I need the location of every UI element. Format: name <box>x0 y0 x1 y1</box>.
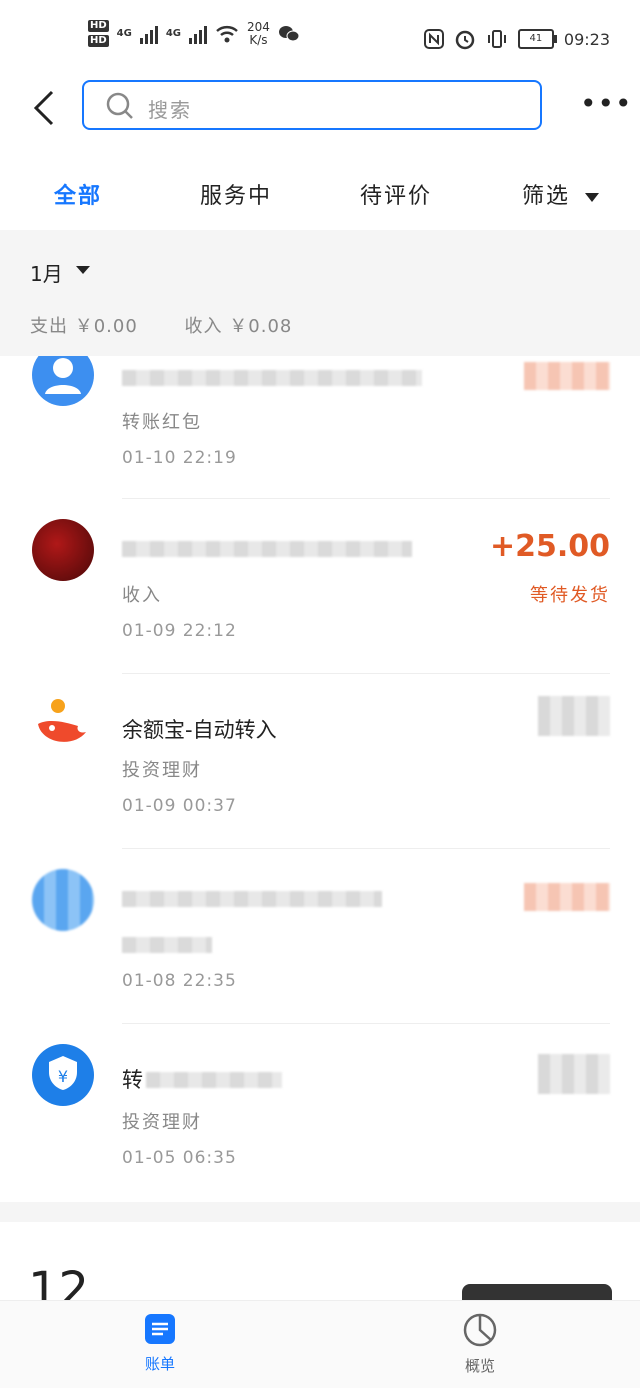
search-input[interactable]: 搜索 <box>82 80 542 130</box>
redacted-amount <box>524 362 610 390</box>
avatar <box>32 356 94 406</box>
transaction-time: 01-09 00:37 <box>122 796 237 816</box>
caret-down-icon <box>585 192 600 202</box>
signal-icon-2 <box>189 24 208 44</box>
month-selector[interactable]: 1月 <box>30 258 63 287</box>
redacted-amount <box>524 883 610 911</box>
wechat-icon <box>278 25 300 41</box>
nav-overview-label: 概览 <box>464 1357 495 1375</box>
tab-filter[interactable]: 筛选 <box>522 178 600 210</box>
search-placeholder: 搜索 <box>148 98 192 122</box>
redacted-category <box>122 937 212 953</box>
vibrate-icon <box>487 30 506 48</box>
nav-bill[interactable]: 账单 <box>120 1313 200 1374</box>
network-label: 4G <box>116 28 132 39</box>
month-totals: 支出 ￥0.00 收入 ￥0.08 <box>30 312 332 338</box>
transaction-list: 转账红包 01-10 22:19 +25.00 收入 等待发货 01-09 22… <box>0 356 640 1202</box>
svg-text:¥: ¥ <box>58 1067 68 1086</box>
nfc-icon <box>423 29 444 49</box>
tab-to-review[interactable]: 待评价 <box>360 178 432 210</box>
net-speed: 204 K/s <box>247 19 270 47</box>
transaction-time: 01-10 22:19 <box>122 448 237 468</box>
tab-filter-label: 筛选 <box>522 184 571 209</box>
fund-shield-icon: ¥ <box>49 1056 77 1090</box>
nav-bill-label: 账单 <box>144 1355 175 1373</box>
status-bar: HD HD 4G 4G 204 K/s 41 09:23 <box>0 0 640 72</box>
battery-icon: 41 <box>517 29 557 49</box>
avatar <box>32 694 94 756</box>
next-month-header: 12 <box>0 1222 640 1302</box>
top-bar: 搜索 ••• <box>0 72 640 144</box>
avatar <box>32 869 94 931</box>
list-item[interactable]: +25.00 收入 等待发货 01-09 22:12 <box>0 499 640 674</box>
transaction-category: 收入 <box>122 585 162 606</box>
clock: 09:23 <box>563 29 610 49</box>
search-icon <box>106 92 133 119</box>
network-label-2: 4G <box>165 28 182 39</box>
list-item[interactable]: 余额宝-自动转入 投资理财 01-09 00:37 <box>0 674 640 849</box>
hd-icon: HD HD <box>88 20 109 47</box>
transaction-time: 01-08 22:35 <box>122 971 237 991</box>
transaction-category: 转账红包 <box>122 412 202 433</box>
transaction-category: 投资理财 <box>122 1112 202 1133</box>
nav-overview[interactable]: 概览 <box>440 1313 520 1376</box>
person-icon <box>45 358 81 394</box>
section-gap <box>0 1202 640 1222</box>
transaction-time: 01-05 06:35 <box>122 1148 237 1168</box>
pie-chart-icon <box>463 1313 497 1347</box>
signal-icon <box>139 24 158 44</box>
tab-all[interactable]: 全部 <box>54 178 102 210</box>
wifi-icon <box>216 25 238 42</box>
transaction-time: 01-09 22:12 <box>122 621 237 641</box>
back-arrow-icon[interactable] <box>26 88 66 128</box>
redacted-amount <box>538 696 610 736</box>
redacted-title <box>122 541 412 557</box>
more-options-button[interactable]: ••• <box>580 90 633 118</box>
list-item[interactable]: 01-08 22:35 <box>0 849 640 1024</box>
avatar <box>32 519 94 581</box>
bill-icon <box>145 1314 175 1344</box>
month-summary: 1月 支出 ￥0.00 收入 ￥0.08 <box>0 230 640 356</box>
alarm-icon <box>455 30 475 50</box>
redacted-title <box>146 1072 282 1088</box>
yuebao-icon <box>38 699 86 742</box>
redacted-title <box>122 370 422 386</box>
avatar: ¥ <box>32 1044 94 1106</box>
transaction-title: 余额宝-自动转入 <box>122 718 277 742</box>
tab-in-service[interactable]: 服务中 <box>200 178 272 210</box>
expense-total: 支出 ￥0.00 <box>30 316 138 337</box>
transaction-title: 转 <box>122 1068 143 1092</box>
list-item[interactable]: 转账红包 01-10 22:19 <box>0 356 640 499</box>
list-item[interactable]: ¥ 转 投资理财 01-05 06:35 <box>0 1024 640 1199</box>
transaction-category: 投资理财 <box>122 760 202 781</box>
transaction-amount: +25.00 <box>489 529 610 564</box>
redacted-amount <box>538 1054 610 1094</box>
redacted-title <box>122 891 382 907</box>
income-total: 收入 ￥0.08 <box>184 316 293 337</box>
month-caret-icon[interactable] <box>76 266 90 274</box>
bottom-nav: 账单 概览 <box>0 1300 640 1388</box>
next-month-label: 12 <box>28 1262 90 1302</box>
transaction-status: 等待发货 <box>530 585 610 606</box>
filter-tabs: 全部 服务中 待评价 筛选 <box>0 150 640 230</box>
